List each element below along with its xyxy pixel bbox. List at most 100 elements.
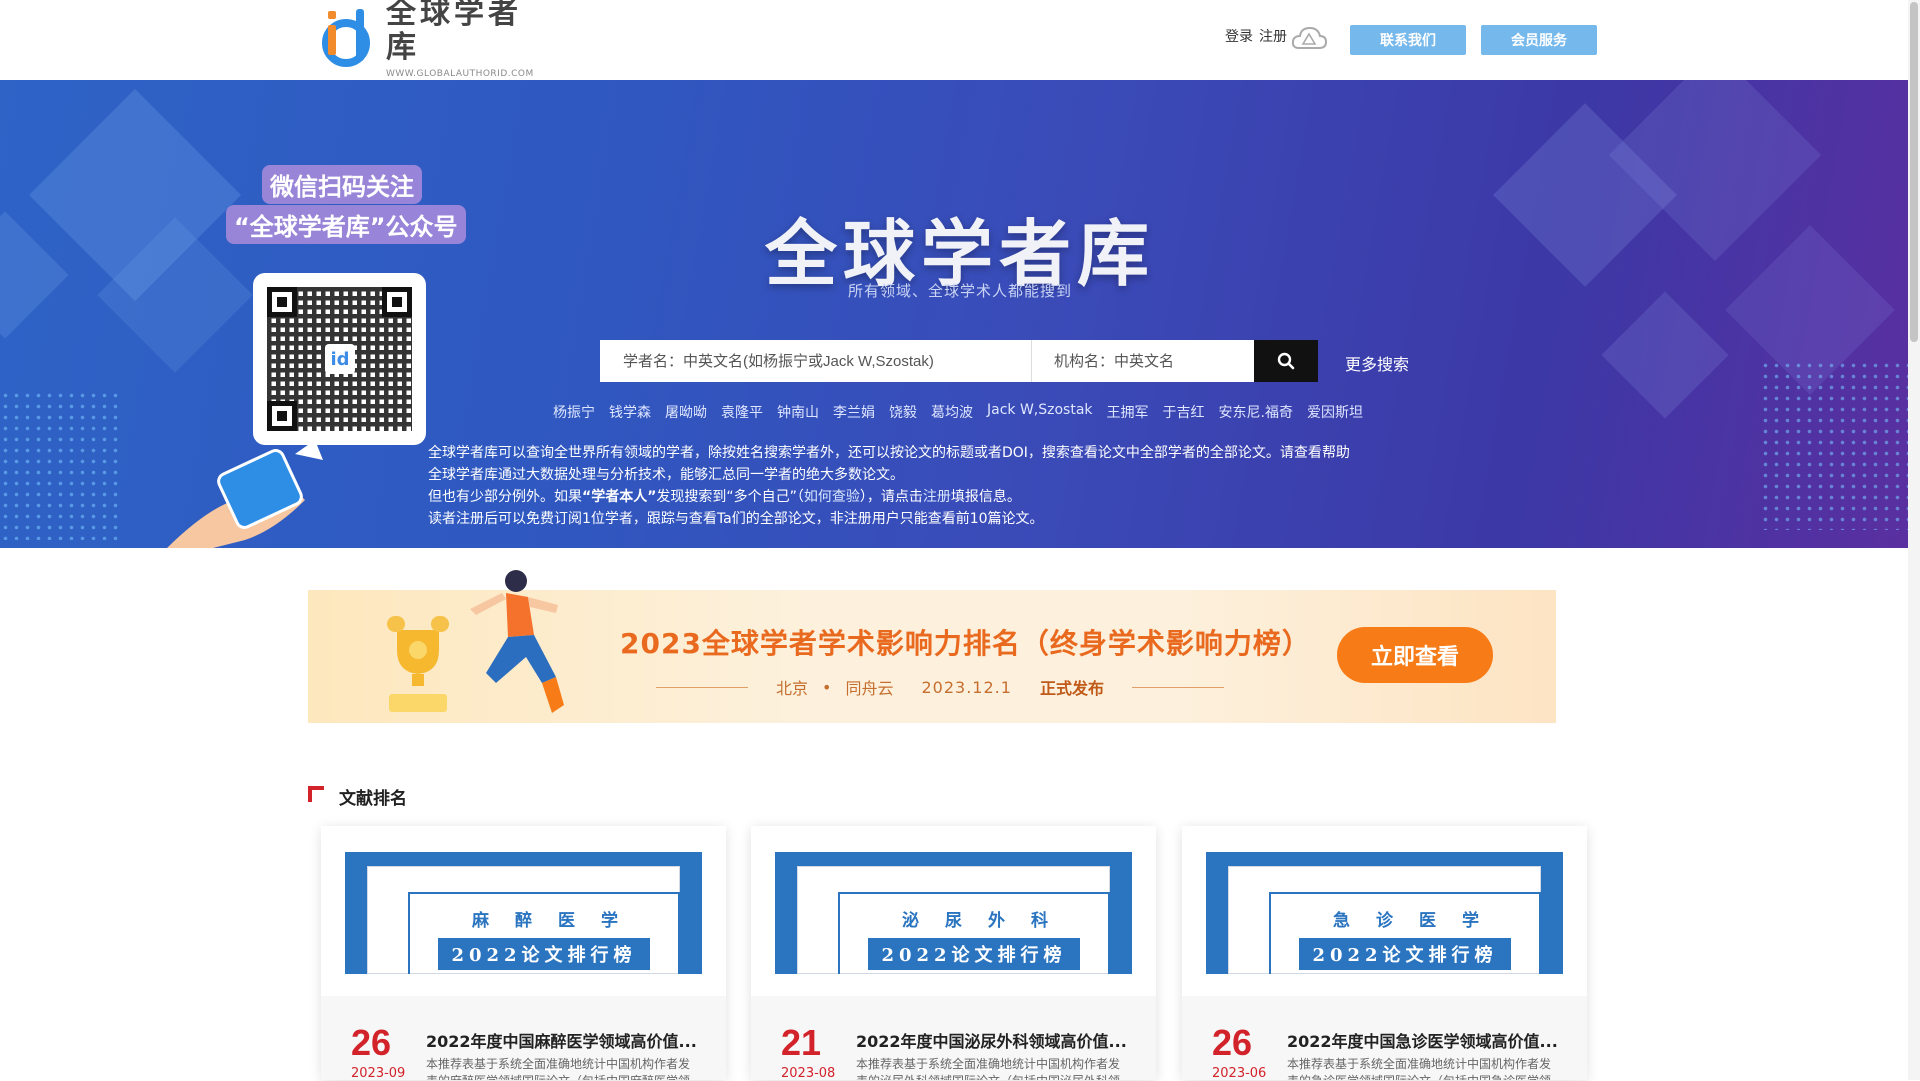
card-title[interactable]: 2022年度中国急诊医学领域高价值...: [1287, 1028, 1567, 1052]
auth-links: 登录 注册: [1225, 26, 1287, 46]
promo-title: 2023全球学者学术影响力排名（终身学术影响力榜）: [620, 627, 1311, 660]
decor-dots: [0, 390, 120, 540]
hot-name-link[interactable]: 王拥军: [1107, 402, 1149, 422]
hot-name-link[interactable]: 屠呦呦: [665, 402, 707, 422]
card-year-month: 2023-06: [1212, 1066, 1267, 1081]
info-line-1: 全球学者库可以查询全世界所有领域的学者，除按姓名搜索学者外，还可以按论文的标题或…: [428, 442, 1350, 464]
card-rank-label: 2022论文排行榜: [438, 938, 650, 970]
hot-name-link[interactable]: 于吉红: [1163, 402, 1205, 422]
card-title[interactable]: 2022年度中国麻醉医学领域高价值...: [426, 1028, 706, 1052]
card-year-month: 2023-09: [351, 1066, 406, 1081]
hot-name-link[interactable]: 杨振宁: [553, 402, 595, 422]
card-cover: 泌尿外科 2022论文排行榜: [775, 852, 1132, 974]
hot-name-link[interactable]: Jack W,Szostak: [987, 402, 1093, 422]
card-paper-frame: 麻醉医学 2022论文排行榜: [408, 892, 680, 974]
card-description: 本推荐表基于系统全面准确地统计中国机构作者发表的麻醉医学领域国际论文（包括中国麻…: [426, 1057, 691, 1080]
logo-title: 全球学者库: [386, 0, 522, 65]
institution-search-input[interactable]: [1032, 340, 1254, 382]
register-link[interactable]: 注册: [1259, 26, 1287, 46]
cloud-icon[interactable]: [1290, 24, 1328, 52]
wechat-follow-text: 微信扫码关注: [262, 165, 422, 204]
search-bar: [600, 340, 1318, 382]
card-paper-frame: 急诊医学 2022论文排行榜: [1269, 892, 1541, 974]
info-line-4: 读者注册后可以免费订阅1位学者，跟踪与查看Ta们的全部论文，非注册用户只能查看前…: [428, 511, 1044, 527]
card-year-month: 2023-08: [781, 1066, 836, 1081]
login-link[interactable]: 登录: [1225, 26, 1253, 46]
hot-name-link[interactable]: 李兰娟: [833, 402, 875, 422]
more-search-link[interactable]: 更多搜索: [1345, 351, 1409, 375]
info-emphasis: “学者本人”: [582, 489, 657, 505]
logo-subtitle: WWW.GLOBALAUTHORID.COM: [386, 69, 534, 79]
hot-name-link[interactable]: 饶毅: [889, 402, 917, 422]
page-scrollbar[interactable]: [1908, 0, 1920, 1080]
card-description: 本推荐表基于系统全面准确地统计中国机构作者发表的急诊医学领域国际论文（包括中国急…: [1287, 1057, 1552, 1080]
card-cover: 急诊医学 2022论文排行榜: [1206, 852, 1563, 974]
search-button[interactable]: [1254, 340, 1318, 382]
info-text: ），请点击: [859, 489, 923, 505]
info-text: 但也有少部分例外。如果: [428, 489, 582, 505]
search-icon: [1277, 352, 1295, 370]
card-cover: 麻醉医学 2022论文排行榜: [345, 852, 702, 974]
card-paper-frame: 泌尿外科 2022论文排行榜: [838, 892, 1110, 974]
hot-name-link[interactable]: 钱学森: [609, 402, 651, 422]
member-service-button[interactable]: 会员服务: [1481, 25, 1597, 55]
card-field: 急诊医学: [1333, 911, 1505, 931]
card-field: 泌尿外科: [902, 911, 1074, 931]
decor-diamond: [0, 211, 69, 339]
scholar-search-input[interactable]: [600, 340, 1032, 382]
promo-dot: •: [822, 677, 832, 697]
qr-logo-icon: id: [325, 344, 355, 374]
logo-id-icon: [316, 7, 376, 69]
ranking-card[interactable]: 急诊医学 2022论文排行榜 26 2023-06 2022年度中国急诊医学领域…: [1182, 826, 1587, 1081]
ranking-card[interactable]: 泌尿外科 2022论文排行榜 21 2023-08 2022年度中国泌尿外科领域…: [751, 826, 1156, 1081]
info-text: 发现搜索到“多个自己”（: [656, 489, 804, 505]
card-paper: 急诊医学 2022论文排行榜: [1228, 866, 1541, 974]
scrollbar-thumb[interactable]: [1910, 2, 1918, 342]
promo-place: 北京: [776, 679, 809, 698]
ranking-card[interactable]: 麻醉医学 2022论文排行榜 26 2023-09 2022年度中国麻醉医学领域…: [321, 826, 726, 1081]
hot-name-link[interactable]: 爱因斯坦: [1307, 402, 1363, 422]
qr-finder: [267, 401, 297, 431]
hot-scholar-names: 杨振宁 钱学森 屠呦呦 袁隆平 钟南山 李兰娟 饶毅 葛均波 Jack W,Sz…: [553, 402, 1363, 422]
section-marker: [308, 786, 324, 802]
card-day: 21: [781, 1022, 822, 1063]
view-now-button[interactable]: 立即查看: [1337, 627, 1493, 683]
info-text: 填报信息。: [950, 489, 1021, 505]
wechat-qr-code: id: [253, 273, 426, 445]
card-rank-label: 2022论文排行榜: [1299, 938, 1511, 970]
card-title[interactable]: 2022年度中国泌尿外科领域高价值...: [856, 1028, 1136, 1052]
info-text: 全球学者库可以查询全世界所有领域的学者，除按姓名搜索学者外，还可以按论文的标题或…: [428, 445, 1322, 461]
card-paper: 麻醉医学 2022论文排行榜: [367, 866, 680, 974]
card-day: 26: [351, 1022, 392, 1063]
how-to-verify-link[interactable]: 如何查验: [804, 489, 860, 505]
top-header: 全球学者库 WWW.GLOBALAUTHORID.COM 登录 注册 联系我们 …: [0, 0, 1920, 80]
ranking-promo-banner[interactable]: 2023全球学者学术影响力排名（终身学术影响力榜） 北京 • 同舟云 2023.…: [308, 570, 1556, 723]
help-link[interactable]: 帮助: [1322, 445, 1350, 461]
qr-finder: [267, 287, 297, 317]
hot-name-link[interactable]: 袁隆平: [721, 402, 763, 422]
promo-subline: 北京 • 同舟云 2023.12.1 正式发布: [628, 675, 1252, 699]
trophy-icon: [387, 616, 449, 712]
promo-date: 2023.12.1: [921, 677, 1012, 697]
card-paper: 泌尿外科 2022论文排行榜: [797, 866, 1110, 974]
runner-illustration: [470, 570, 564, 713]
hot-name-link[interactable]: 葛均波: [931, 402, 973, 422]
card-day: 26: [1212, 1022, 1253, 1063]
promo-org: 同舟云: [845, 679, 894, 698]
decor-diamond: [1601, 291, 1729, 419]
site-description: 全球学者库可以查询全世界所有领域的学者，除按姓名搜索学者外，还可以按论文的标题或…: [428, 442, 1350, 530]
contact-us-button[interactable]: 联系我们: [1350, 25, 1466, 55]
hero-subtitle: 所有领域、全球学术人都能搜到: [847, 282, 1072, 300]
section-title: 文献排名: [339, 789, 407, 809]
card-rank-label: 2022论文排行榜: [868, 938, 1080, 970]
info-line-2: 全球学者库通过大数据处理与分析技术，能够汇总同一学者的绝大多数论文。: [428, 467, 904, 483]
qr-finder: [382, 287, 412, 317]
promo-divider: [1131, 686, 1224, 688]
decor-dots: [1760, 360, 1908, 530]
card-description: 本推荐表基于系统全面准确地统计中国机构作者发表的泌尿外科领域国际论文（包括中国泌…: [856, 1057, 1121, 1080]
site-logo[interactable]: 全球学者库 WWW.GLOBALAUTHORID.COM: [316, 0, 546, 79]
phone-hand-illustration: [167, 440, 323, 548]
register-info-link[interactable]: 注册: [923, 489, 951, 505]
hot-name-link[interactable]: 钟南山: [777, 402, 819, 422]
hot-name-link[interactable]: 安东尼.福奇: [1219, 402, 1293, 422]
